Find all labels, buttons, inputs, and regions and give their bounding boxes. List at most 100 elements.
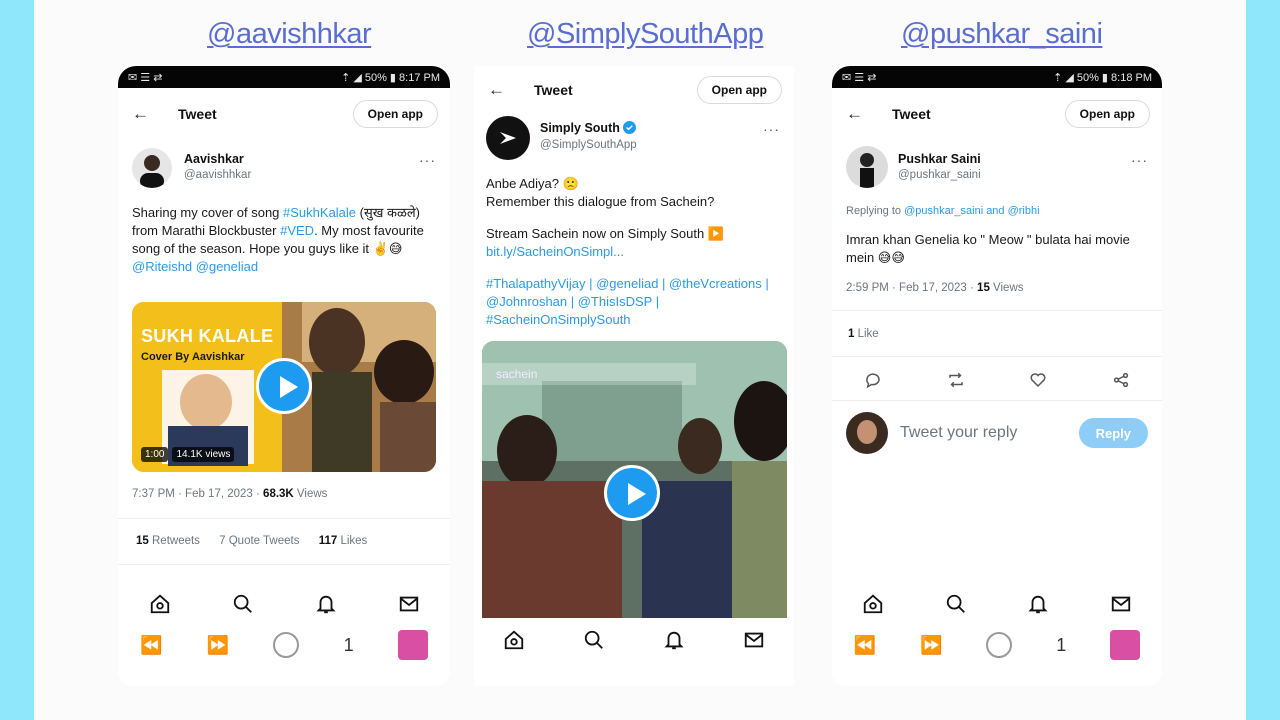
retweets-count: 15 bbox=[136, 535, 149, 547]
hashtags-mentions[interactable]: #ThalapathyVijay | @geneliad | @theVcrea… bbox=[486, 275, 786, 329]
page-counter: 1 bbox=[343, 634, 354, 655]
open-app-button[interactable]: Open app bbox=[696, 76, 782, 104]
search-icon[interactable] bbox=[232, 593, 254, 615]
retweets-label: Retweets bbox=[148, 535, 200, 547]
likes-stat[interactable]: 117 Likes bbox=[319, 535, 368, 547]
video-badges: 1:00 14.1K views bbox=[141, 447, 235, 462]
phone-screen-simplysouth: ← Tweet Open app Simply South @SimplySou… bbox=[474, 66, 794, 686]
thumbnail-subtitle: Cover By Aavishkar bbox=[141, 351, 245, 363]
divider bbox=[118, 518, 450, 519]
tweet-header: ← Tweet Open app bbox=[474, 70, 794, 110]
engagement-stats: 15 Retweets 7 Quote Tweets 117 Likes bbox=[136, 535, 367, 547]
tweet-timestamp: 7:37 PM · Feb 17, 2023 · 68.3K Views bbox=[132, 488, 327, 500]
collage-canvas: @aavishhkar @SimplySouthApp @pushkar_sai… bbox=[34, 0, 1246, 720]
mail-icon[interactable] bbox=[1110, 593, 1132, 615]
more-options-icon[interactable]: ··· bbox=[763, 121, 780, 137]
replying-to: Replying to @pushkar_saini and @ribhi bbox=[846, 205, 1040, 217]
phone-screen-pushkar: ✉ ☰ ⇄ ⇡ ◢ 50% ▮ 8:18 PM ← Tweet Open app… bbox=[832, 66, 1162, 686]
header-title: Tweet bbox=[178, 106, 217, 122]
tweet-timestamp: 2:59 PM · Feb 17, 2023 · 15 Views bbox=[846, 282, 1024, 294]
views-label: Views bbox=[989, 282, 1024, 294]
quote-tweets-stat[interactable]: 7 Quote Tweets bbox=[219, 535, 299, 547]
like-icon[interactable] bbox=[1029, 371, 1047, 389]
stream-link[interactable]: bit.ly/SacheinOnSimpl... bbox=[486, 243, 786, 261]
divider bbox=[832, 310, 1162, 311]
author-handle[interactable]: @SimplySouthApp bbox=[540, 139, 637, 151]
author-name[interactable]: Pushkar Saini bbox=[898, 152, 981, 166]
author-handle[interactable]: @aavishhkar bbox=[184, 169, 251, 181]
app-avatar-icon[interactable] bbox=[1110, 630, 1141, 660]
author-avatar[interactable] bbox=[132, 148, 172, 188]
play-icon[interactable] bbox=[604, 465, 660, 521]
mentions-link[interactable]: @Riteishd @geneliad bbox=[132, 259, 258, 274]
home-circle-icon[interactable] bbox=[986, 632, 1013, 658]
search-icon[interactable] bbox=[583, 629, 605, 651]
tweet-text: Imran khan Genelia ko " Meow " bulata ha… bbox=[846, 232, 1130, 265]
bell-icon[interactable] bbox=[663, 629, 685, 651]
back-arrow-icon[interactable]: ← bbox=[846, 104, 863, 124]
retweets-stat[interactable]: 15 Retweets bbox=[136, 535, 200, 547]
mail-icon[interactable] bbox=[743, 629, 765, 651]
mail-icon[interactable] bbox=[398, 593, 420, 615]
reply-icon[interactable] bbox=[864, 371, 882, 389]
home-icon[interactable] bbox=[503, 629, 525, 651]
rewind-icon[interactable]: ⏪ bbox=[140, 635, 162, 656]
rewind-icon[interactable]: ⏪ bbox=[854, 635, 876, 656]
action-row bbox=[832, 366, 1162, 394]
author-name[interactable]: Simply South bbox=[540, 121, 637, 135]
video-caption: sachein bbox=[482, 363, 696, 385]
status-icons-right: ⇡ ◢ 50% ▮ 8:18 PM bbox=[1053, 71, 1152, 84]
likes-count: 117 bbox=[318, 535, 338, 547]
home-icon[interactable] bbox=[149, 593, 171, 615]
hashtag-link[interactable]: #VED bbox=[280, 223, 314, 238]
likes-label: Like bbox=[854, 328, 879, 340]
author-handle[interactable]: @pushkar_saini bbox=[898, 169, 981, 181]
likes-stat[interactable]: 1 Like bbox=[848, 328, 879, 340]
play-icon[interactable] bbox=[256, 358, 312, 414]
author-name[interactable]: Aavishkar bbox=[184, 152, 244, 166]
handle-label-simplysouthapp: @SimplySouthApp bbox=[527, 18, 764, 50]
forward-icon[interactable]: ⏩ bbox=[207, 635, 229, 656]
app-avatar-icon[interactable] bbox=[397, 630, 428, 660]
bell-icon[interactable] bbox=[1027, 593, 1049, 615]
open-app-button[interactable]: Open app bbox=[1064, 100, 1150, 128]
system-bar: ⏪ ⏩ 1 bbox=[832, 622, 1162, 668]
retweet-icon[interactable] bbox=[947, 371, 965, 389]
tweet-header: ← Tweet Open app bbox=[832, 94, 1162, 134]
replying-prefix: Replying to bbox=[846, 205, 905, 217]
verified-badge-icon bbox=[623, 121, 637, 134]
more-options-icon[interactable]: ··· bbox=[1131, 152, 1148, 168]
handle-label-aavishhkar: @aavishhkar bbox=[207, 18, 372, 50]
video-thumbnail[interactable]: SUKH KALALE Cover By Aavishkar 1:00 14.1… bbox=[132, 302, 436, 472]
tweet-header: ← Tweet Open app bbox=[118, 94, 450, 134]
search-icon[interactable] bbox=[945, 593, 967, 615]
video-player[interactable]: sachein bbox=[482, 341, 787, 621]
share-icon[interactable] bbox=[1112, 371, 1130, 389]
hashtag-link[interactable]: #SukhKalale bbox=[283, 205, 356, 220]
page-counter: 1 bbox=[1056, 634, 1067, 655]
back-arrow-icon[interactable]: ← bbox=[488, 80, 505, 100]
divider bbox=[832, 400, 1162, 401]
home-circle-icon[interactable] bbox=[273, 632, 300, 658]
status-bar: ✉ ☰ ⇄ ⇡ ◢ 50% ▮ 8:18 PM bbox=[832, 66, 1162, 88]
reply-button[interactable]: Reply bbox=[1078, 418, 1148, 448]
header-title: Tweet bbox=[534, 82, 573, 98]
forward-icon[interactable]: ⏩ bbox=[920, 635, 942, 656]
views-badge: 14.1K views bbox=[172, 447, 235, 462]
more-options-icon[interactable]: ··· bbox=[419, 152, 436, 168]
status-icons-left: ✉ ☰ ⇄ bbox=[842, 71, 877, 84]
reply-input[interactable]: Tweet your reply bbox=[900, 424, 1017, 442]
author-avatar[interactable] bbox=[486, 116, 530, 160]
time-date: 2:59 PM · Feb 17, 2023 · bbox=[846, 282, 978, 294]
bell-icon[interactable] bbox=[315, 593, 337, 615]
back-arrow-icon[interactable]: ← bbox=[132, 104, 149, 124]
replying-to-link[interactable]: @pushkar_saini and @ribhi bbox=[904, 205, 1039, 217]
open-app-button[interactable]: Open app bbox=[352, 100, 438, 128]
author-avatar[interactable] bbox=[846, 146, 888, 188]
home-icon[interactable] bbox=[862, 593, 884, 615]
views-label: Views bbox=[293, 488, 328, 500]
views-count: 15 bbox=[977, 282, 990, 294]
my-avatar[interactable] bbox=[846, 412, 888, 454]
